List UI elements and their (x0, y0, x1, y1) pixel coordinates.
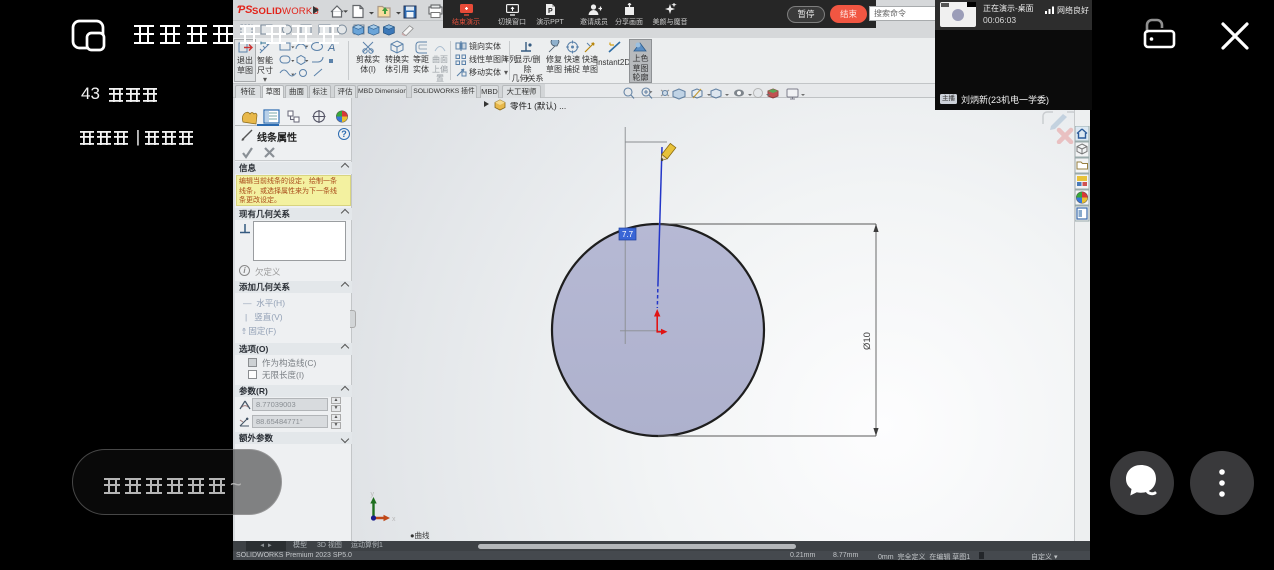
svg-text:y: y (371, 491, 375, 498)
svg-text:Ø10: Ø10 (862, 332, 873, 350)
svg-text:●曲线: ●曲线 (410, 530, 430, 540)
svg-text:7.7: 7.7 (622, 230, 634, 239)
svg-text:P: P (548, 8, 553, 15)
svg-text:x: x (392, 516, 396, 523)
